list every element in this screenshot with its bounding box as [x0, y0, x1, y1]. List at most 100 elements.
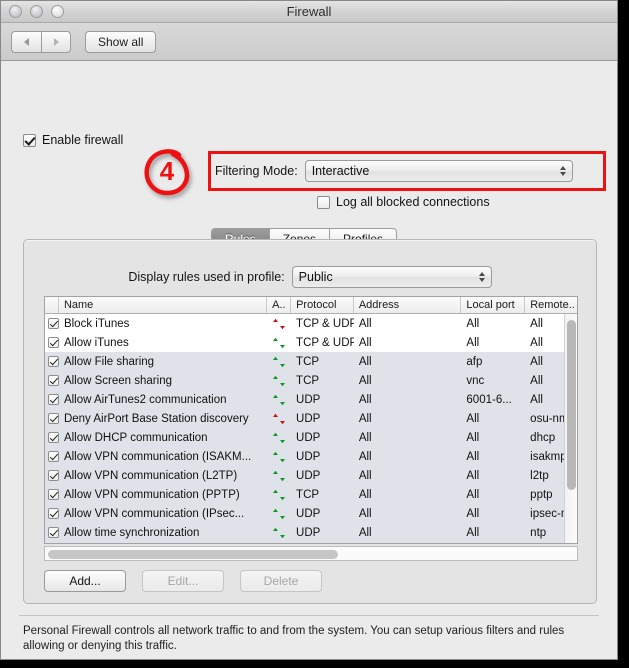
table-row[interactable]: Allow VPN communication (IPsec... UDP All A…: [45, 504, 577, 523]
rule-enabled-checkbox[interactable]: [45, 489, 59, 500]
table-row[interactable]: Allow Screen sharing TCP All vnc All: [45, 371, 577, 390]
rules-table: Name A.. Protocol Address Local port Rem…: [44, 296, 578, 544]
rule-address: All: [358, 317, 372, 330]
log-blocked-connections-checkbox[interactable]: [317, 195, 330, 209]
rule-name: Allow iTunes: [63, 336, 129, 349]
navigation-toolbar: Show all: [1, 23, 617, 61]
table-row[interactable]: Allow File sharing TCP All afp All: [45, 352, 577, 371]
rule-enabled-checkbox[interactable]: [45, 413, 59, 424]
table-row[interactable]: Deny AirPort Base Station discovery UDP Al…: [45, 409, 577, 428]
rule-enabled-checkbox[interactable]: [45, 394, 59, 405]
table-horizontal-scrollbar-thumb[interactable]: [48, 550, 338, 559]
rule-protocol: UDP: [296, 526, 321, 539]
chevron-right-icon: [53, 37, 59, 46]
table-row[interactable]: Allow BackToMyMac communicationUDPAllAll…: [45, 542, 577, 543]
table-horizontal-scrollbar[interactable]: [44, 546, 578, 561]
rule-name: Allow Screen sharing: [63, 374, 172, 387]
table-row[interactable]: Allow DHCP communication UDP All All dhcp: [45, 428, 577, 447]
enable-firewall-row[interactable]: Enable firewall: [23, 133, 123, 147]
add-rule-button[interactable]: Add...: [44, 570, 126, 592]
forward-button[interactable]: [41, 30, 71, 53]
rule-direction-icon: [267, 394, 291, 406]
rule-local-port: All: [466, 317, 480, 330]
rule-address: All: [358, 507, 372, 520]
annotation-badge-4: 4: [139, 145, 195, 201]
stepper-arrows-icon: [559, 166, 566, 176]
rule-protocol: UDP: [296, 431, 321, 444]
column-header-protocol[interactable]: Protocol: [291, 297, 354, 313]
rule-name: Allow VPN communication (L2TP): [63, 469, 238, 482]
rule-enabled-checkbox[interactable]: [45, 318, 59, 329]
rule-enabled-checkbox[interactable]: [45, 432, 59, 443]
rules-table-body: Block iTunes TCP & UDP All All All Allow iTun…: [45, 314, 577, 543]
rule-address: All: [358, 355, 372, 368]
rule-enabled-checkbox[interactable]: [45, 356, 59, 367]
rule-local-port: All: [466, 450, 480, 463]
rule-enabled-checkbox[interactable]: [45, 451, 59, 462]
back-button[interactable]: [11, 30, 41, 53]
rule-name: Deny AirPort Base Station discovery: [63, 412, 249, 425]
table-row[interactable]: Allow VPN communication (ISAKM... UDP All A…: [45, 447, 577, 466]
rule-enabled-checkbox[interactable]: [45, 527, 59, 538]
rule-direction-icon: [267, 337, 291, 349]
annotation-number: 4: [159, 156, 175, 186]
rule-local-port: All: [466, 488, 480, 501]
rule-enabled-checkbox[interactable]: [45, 375, 59, 386]
table-row[interactable]: Block iTunes TCP & UDP All All All: [45, 314, 577, 333]
filtering-mode-select[interactable]: Interactive: [304, 160, 573, 182]
table-row[interactable]: Allow iTunes TCP & UDP All All All: [45, 333, 577, 352]
rule-address: All: [358, 374, 372, 387]
rule-protocol: UDP: [296, 469, 321, 482]
rule-name: Allow VPN communication (IPsec...: [63, 507, 245, 520]
profile-value: Public: [298, 270, 333, 284]
column-header-address[interactable]: Address: [354, 297, 462, 313]
rule-enabled-checkbox[interactable]: [45, 470, 59, 481]
log-blocked-connections-row[interactable]: Log all blocked connections: [317, 195, 490, 209]
table-row[interactable]: Allow VPN communication (PPTP) TCP All All p…: [45, 485, 577, 504]
profile-select[interactable]: Public: [291, 266, 492, 288]
rule-address: All: [358, 412, 372, 425]
log-blocked-connections-label: Log all blocked connections: [336, 195, 490, 209]
table-row[interactable]: Allow VPN communication (L2TP) UDP All All l…: [45, 466, 577, 485]
column-header-local-port[interactable]: Local port: [461, 297, 526, 313]
rule-address: All: [358, 431, 372, 444]
delete-rule-button: Delete: [240, 570, 322, 592]
rule-action-buttons: Add... Edit... Delete: [44, 570, 322, 592]
edit-rule-button: Edit...: [142, 570, 224, 592]
rule-direction-icon: [267, 432, 291, 444]
enable-firewall-label: Enable firewall: [42, 133, 124, 147]
rule-protocol: TCP & UDP: [296, 336, 354, 349]
rule-local-port: All: [466, 507, 480, 520]
column-header-remote[interactable]: Remote..: [525, 297, 577, 313]
rule-name: Allow time synchronization: [63, 526, 200, 539]
rule-direction-icon: [267, 508, 291, 520]
column-header-action[interactable]: A..: [267, 297, 292, 313]
rule-local-port: All: [466, 412, 480, 425]
enable-firewall-checkbox[interactable]: [23, 133, 36, 147]
table-vertical-scrollbar-thumb[interactable]: [567, 320, 576, 490]
table-row[interactable]: Allow time synchronization UDP All All ntp: [45, 523, 577, 542]
rule-local-port: All: [466, 526, 480, 539]
rule-direction-icon: [267, 489, 291, 501]
window-titlebar: Firewall: [1, 1, 617, 23]
table-row[interactable]: Allow AirTunes2 communication UDP All 6001-…: [45, 390, 577, 409]
footer-divider: [19, 615, 599, 616]
filtering-mode-label: Filtering Mode:: [215, 164, 298, 178]
rule-protocol: UDP: [296, 507, 321, 520]
rule-direction-icon: [267, 470, 291, 482]
rule-enabled-checkbox[interactable]: [45, 337, 59, 348]
filtering-mode-value: Interactive: [311, 164, 370, 178]
show-all-button[interactable]: Show all: [85, 30, 157, 53]
rule-name: Allow VPN communication (PPTP): [63, 488, 240, 501]
rule-name: Block iTunes: [63, 317, 130, 330]
column-header-checkbox[interactable]: [45, 297, 59, 313]
table-vertical-scrollbar[interactable]: [564, 314, 577, 543]
rule-local-port: vnc: [466, 374, 485, 387]
rule-protocol: TCP: [296, 374, 320, 387]
rule-direction-icon: [267, 318, 291, 330]
rule-enabled-checkbox[interactable]: [45, 508, 59, 519]
column-header-name[interactable]: Name: [59, 297, 268, 313]
stepper-arrows-icon: [478, 272, 485, 282]
rule-protocol: TCP: [296, 488, 320, 501]
rule-protocol: UDP: [296, 450, 321, 463]
